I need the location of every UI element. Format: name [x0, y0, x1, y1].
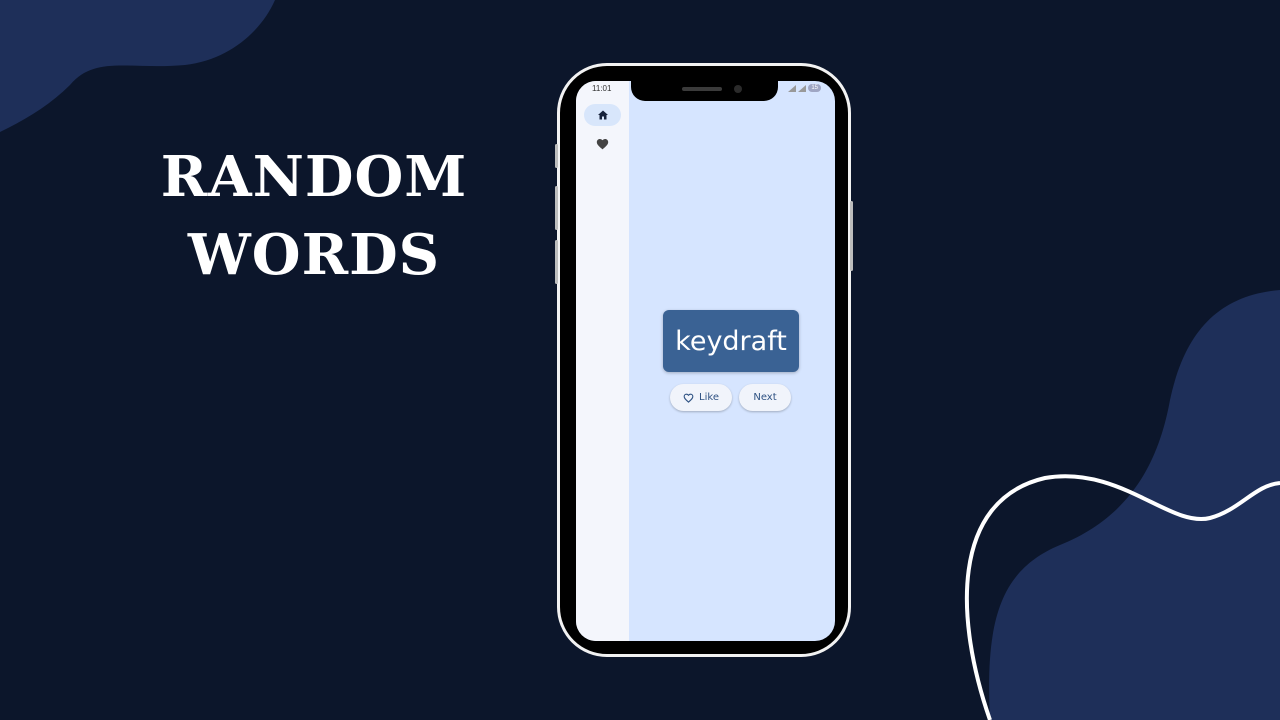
page-headline: RANDOM WORDS — [118, 138, 510, 294]
navigation-rail — [576, 81, 629, 641]
status-icons: 15 — [788, 84, 821, 92]
phone-screen: 11:01 15 keydraft Like Next — [576, 81, 835, 641]
speaker-grill — [682, 87, 722, 91]
front-camera — [734, 85, 742, 93]
nav-item-home[interactable] — [584, 104, 621, 126]
phone-side-button — [555, 240, 558, 284]
like-button[interactable]: Like — [670, 384, 732, 411]
phone-power-button — [850, 201, 853, 271]
next-button-label: Next — [753, 392, 777, 403]
like-button-label: Like — [699, 392, 719, 403]
phone-mockup: 11:01 15 keydraft Like Next — [555, 63, 853, 657]
heart-icon — [596, 139, 609, 150]
main-content: keydraft Like Next — [629, 81, 835, 641]
signal-icon — [798, 84, 807, 92]
nav-item-favorites[interactable] — [584, 133, 621, 155]
battery-indicator: 15 — [808, 84, 821, 92]
status-time: 11:01 — [592, 84, 612, 93]
home-icon — [597, 110, 608, 120]
phone-side-button — [555, 144, 558, 168]
next-button[interactable]: Next — [739, 384, 791, 411]
top-left-blob — [0, 0, 275, 132]
phone-side-button — [555, 186, 558, 230]
heart-outline-icon — [683, 393, 694, 403]
random-word: keydraft — [675, 325, 787, 357]
word-card: keydraft — [663, 310, 799, 372]
signal-icon — [788, 84, 797, 92]
phone-notch — [631, 81, 778, 101]
headline-line-1: RANDOM — [160, 144, 468, 210]
headline-line-2: WORDS — [187, 222, 441, 288]
